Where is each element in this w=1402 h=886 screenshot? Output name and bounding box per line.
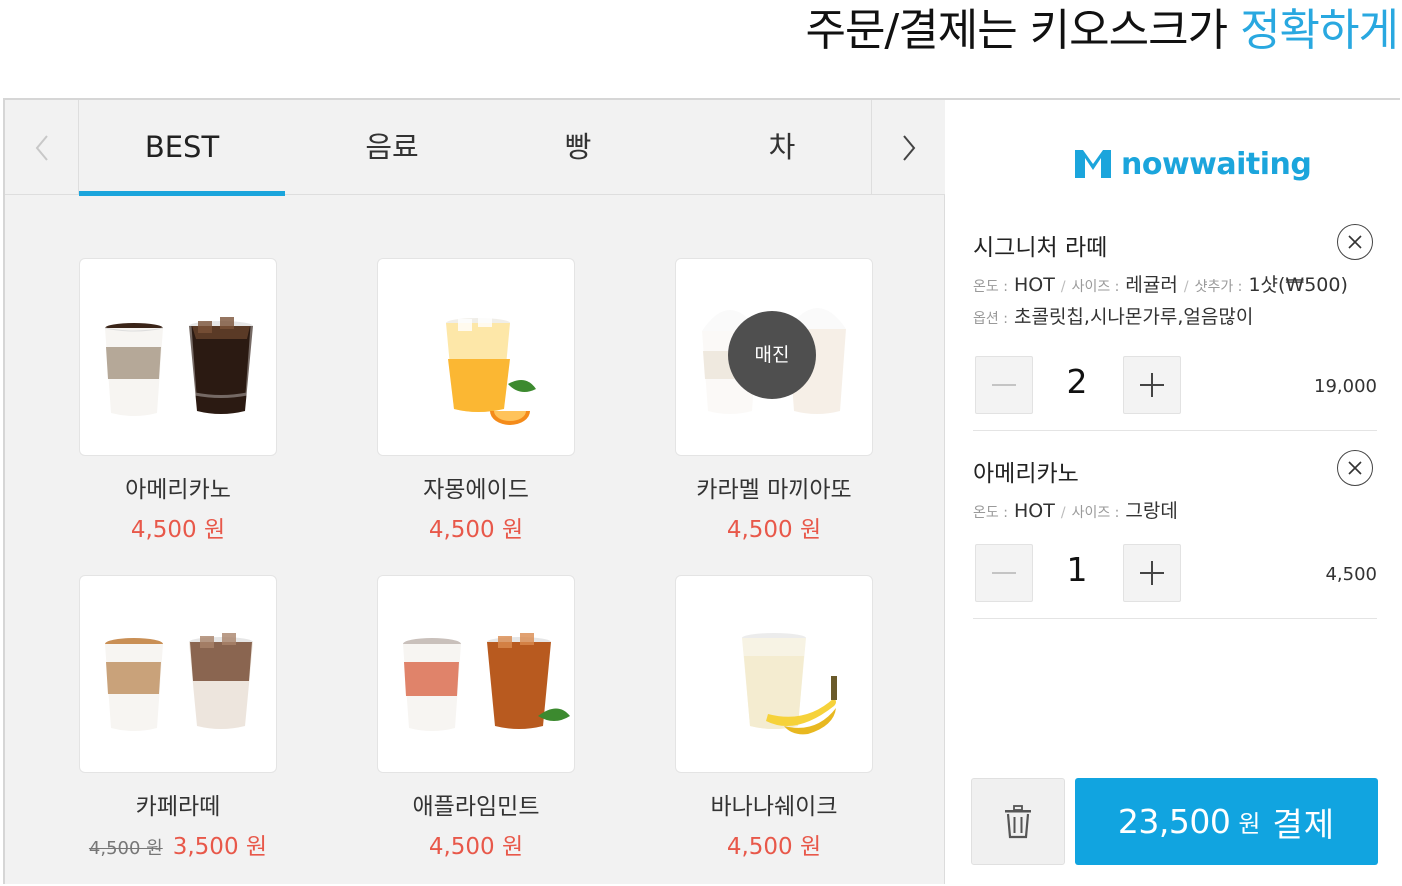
tab-tea[interactable]: 차 [679,100,885,195]
nowwaiting-logo-icon [1075,150,1111,178]
menu-card-caramel-macchiato[interactable]: 매진 카라멜 마끼아또 4,500 원 [675,258,873,544]
clear-cart-button[interactable] [971,778,1065,865]
tab-drinks[interactable]: 음료 [289,100,495,195]
chevron-right-icon [902,134,915,161]
quantity-decrease-button[interactable] [975,356,1033,414]
cart-item-extra-options: 옵션 : 초콜릿칩,시나몬가루,얼음많이 [973,306,1254,328]
minus-icon [992,384,1016,386]
cart-panel: nowwaiting 시그니처 라떼 온도 : HOT / 사이즈 : 레귤러 / 샷추… [945,100,1400,884]
headline-text: 주문/결제는 키오스크가 [805,5,1241,56]
caramel-macchiato-image: 매진 [675,258,873,456]
menu-card-apple-lime-mint[interactable]: 애플라임민트 4,500 원 [377,575,575,861]
menu-card-americano[interactable]: 아메리카노 4,500 원 [79,258,277,544]
banana-shake-image [675,575,873,773]
quantity-decrease-button[interactable] [975,544,1033,602]
cart-item: 시그니처 라떼 온도 : HOT / 사이즈 : 레귤러 / 샷추가 : 1샷(₩500… [973,224,1377,431]
sold-out-badge: 매진 [728,311,816,399]
close-icon [1348,235,1362,249]
quantity-increase-button[interactable] [1123,544,1181,602]
menu-card-cafe-latte[interactable]: 카페라떼 4,500 원 3,500 원 [79,575,277,861]
hot-and-iced-americano-image [79,258,277,456]
close-icon [1348,461,1362,475]
nowwaiting-logo: nowwaiting [1073,146,1312,182]
pay-total: 23,500 [1117,802,1231,841]
apple-lime-mint-image [377,575,575,773]
cart-item: 아메리카노 온도 : HOT / 사이즈 : 그랑데 1 4,500 [973,450,1377,619]
tab-next-button[interactable] [871,100,945,195]
chevron-left-icon [35,134,48,161]
menu-card-price: 4,500 원 3,500 원 [79,827,277,861]
minus-icon [992,572,1016,574]
quantity-value: 1 [1066,550,1088,589]
quantity-value: 2 [1066,362,1088,401]
menu-card-price: 4,500 원 [130,517,226,543]
headline-accent: 정확하게 [1240,5,1399,56]
pay-button[interactable]: 23,500 원 결제 [1075,778,1378,865]
cafe-latte-image [79,575,277,773]
cart-item-price: 19,000 [1314,376,1377,397]
menu-panel: BEST 음료 빵 차 아메리카노 4,500 원 자몽에이드 4,500 원 … [5,100,945,884]
category-tab-bar: BEST 음료 빵 차 [5,100,945,196]
menu-card-price: 4,500 원 [428,517,524,543]
cart-item-name: 시그니처 라떼 [973,235,1108,261]
tab-bread[interactable]: 빵 [475,100,681,195]
plus-icon [1140,561,1164,585]
trash-icon [1005,804,1031,838]
remove-item-button[interactable] [1337,450,1373,486]
cart-item-options: 온도 : HOT / 사이즈 : 레귤러 / 샷추가 : 1샷(₩500) [973,274,1348,296]
cart-item-price: 4,500 [1325,564,1377,585]
menu-card-name: 카페라떼 [135,794,221,820]
menu-card-name: 애플라임민트 [412,794,540,820]
pay-currency: 원 [1238,810,1261,838]
plus-icon [1140,373,1164,397]
menu-card-name: 아메리카노 [125,477,231,503]
menu-card-price: 4,500 원 [726,834,822,860]
menu-card-name: 카라멜 마끼아또 [696,477,852,503]
logo-text: nowwaiting [1121,146,1312,182]
menu-card-original-price: 4,500 원 [88,838,163,859]
menu-card-price: 4,500 원 [428,834,524,860]
quantity-increase-button[interactable] [1123,356,1181,414]
menu-card-name: 자몽에이드 [423,477,529,503]
tab-prev-button[interactable] [5,100,79,195]
tab-best[interactable]: BEST [79,100,285,196]
menu-card-name: 바나나쉐이크 [710,794,838,820]
menu-card-price: 4,500 원 [726,517,822,543]
pay-label: 결제 [1272,804,1336,844]
kiosk-screen: BEST 음료 빵 차 아메리카노 4,500 원 자몽에이드 4,500 원 … [3,98,1400,884]
remove-item-button[interactable] [1337,224,1373,260]
cart-item-name: 아메리카노 [973,461,1079,487]
menu-card-grapefruit-ade[interactable]: 자몽에이드 4,500 원 [377,258,575,544]
menu-card-banana-shake[interactable]: 바나나쉐이크 4,500 원 [675,575,873,861]
grapefruit-ade-image [377,258,575,456]
marketing-headline: 주문/결제는 키오스크가 정확하게 [805,0,1399,62]
menu-card-sale-price: 3,500 원 [172,834,268,860]
cart-item-options: 온도 : HOT / 사이즈 : 그랑데 [973,500,1178,522]
